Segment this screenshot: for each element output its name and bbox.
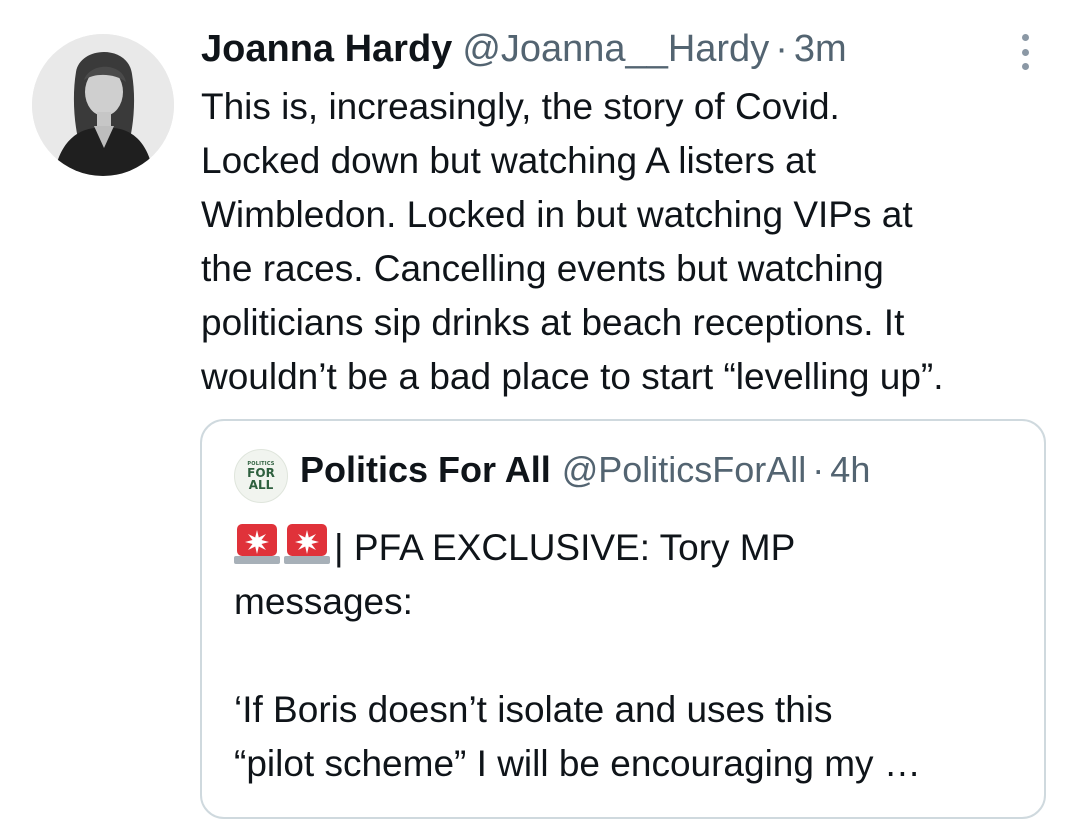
tweet-text-line: Locked down but watching A listers at <box>201 140 816 181</box>
quoted-text-line: messages: <box>234 581 413 622</box>
logo-text: ALL <box>248 477 274 492</box>
quoted-author-avatar[interactable]: POLITICS FOR ALL <box>234 449 288 503</box>
more-options-icon[interactable] <box>1010 34 1040 70</box>
quoted-tweet[interactable]: POLITICS FOR ALL Politics For All @Polit… <box>200 419 1046 819</box>
author-avatar[interactable] <box>32 34 174 176</box>
tweet[interactable]: Joanna Hardy @Joanna__Hardy · 3m This is… <box>0 0 1080 827</box>
quoted-text-line: “pilot scheme” I will be encouraging my … <box>234 743 921 784</box>
author-handle[interactable]: @Joanna__Hardy <box>462 28 769 71</box>
tweet-time[interactable]: 3m <box>794 28 847 71</box>
tweet-header: Joanna Hardy @Joanna__Hardy · 3m <box>201 28 847 78</box>
dot-icon <box>1021 34 1029 41</box>
quoted-text-line1: | PFA EXCLUSIVE: Tory MP <box>334 527 796 568</box>
tweet-text-line: wouldn’t be a bad place to start “levell… <box>201 356 944 397</box>
separator-dot: · <box>812 449 825 490</box>
author-name[interactable]: Joanna Hardy <box>201 28 452 71</box>
tweet-text-line: politicians sip drinks at beach receptio… <box>201 302 905 343</box>
quoted-tweet-header: Politics For All @PoliticsForAll · 4h <box>300 449 870 499</box>
tweet-text: This is, increasingly, the story of Covi… <box>201 80 1041 404</box>
quoted-tweet-text: | PFA EXCLUSIVE: Tory MP messages: ‘If B… <box>234 521 1024 791</box>
dot-icon <box>1021 63 1029 70</box>
tweet-text-line: Wimbledon. Locked in but watching VIPs a… <box>201 194 913 235</box>
quoted-text-line: | PFA EXCLUSIVE: Tory MP <box>234 521 1024 575</box>
police-light-icon <box>284 524 330 564</box>
profile-photo-icon <box>32 34 174 176</box>
dot-icon <box>1021 48 1029 56</box>
quoted-author-handle[interactable]: @PoliticsForAll <box>562 449 807 491</box>
separator-dot: · <box>775 28 788 70</box>
quoted-tweet-time[interactable]: 4h <box>830 449 870 491</box>
quoted-author-name[interactable]: Politics For All <box>300 449 551 491</box>
tweet-text-line: the races. Cancelling events but watchin… <box>201 248 884 289</box>
police-light-icon <box>234 524 280 564</box>
quoted-text-line: ‘If Boris doesn’t isolate and uses this <box>234 689 833 730</box>
tweet-text-line: This is, increasingly, the story of Covi… <box>201 86 840 127</box>
logo-text: FOR <box>247 465 275 480</box>
